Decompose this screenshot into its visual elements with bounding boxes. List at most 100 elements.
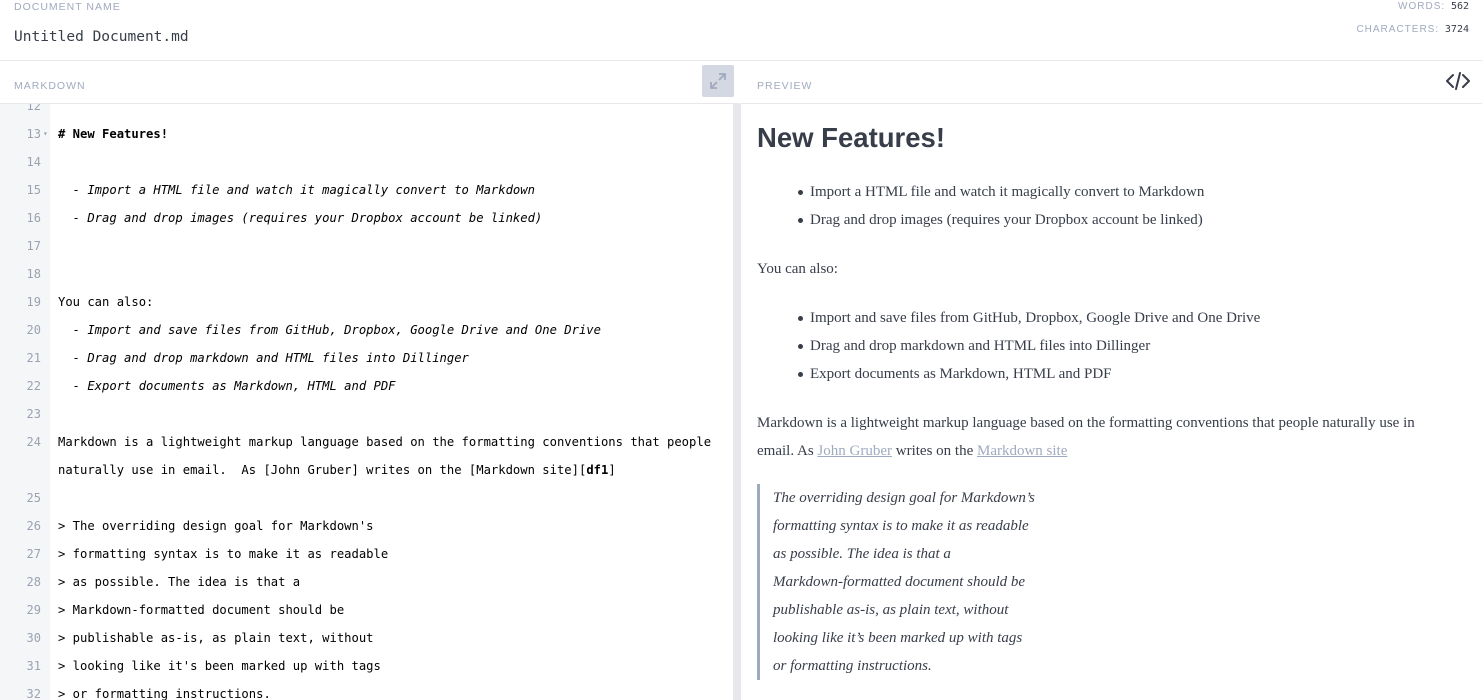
line-number: 24 — [26, 435, 41, 449]
code-text: - Export documents as Markdown, HTML and… — [58, 379, 396, 393]
line-number: 19 — [26, 295, 41, 309]
expand-arrows-icon — [710, 73, 726, 89]
list-item: Drag and drop markdown and HTML files in… — [798, 332, 1260, 360]
code-line[interactable]: 24 Markdown is a lightweight markup langu… — [0, 428, 733, 456]
character-count-label: CHARACTERS: — [1356, 24, 1440, 35]
code-line[interactable]: 13 ▾ # New Features! — [0, 120, 733, 148]
preview-pane-header: PREVIEW — [741, 61, 1482, 104]
code-line[interactable]: 25 — [0, 484, 733, 512]
code-line[interactable]: 26 > The overriding design goal for Markd… — [0, 512, 733, 540]
quote-line: Markdown-formatted document should be — [773, 574, 1026, 590]
line-number: 31 — [26, 659, 41, 673]
list-item: Import a HTML file and watch it magicall… — [798, 178, 1204, 206]
preview-paragraph-markdown: Markdown is a lightweight markup languag… — [757, 409, 1415, 465]
code-text: - Import a HTML file and watch it magica… — [58, 183, 535, 197]
code-line[interactable]: 20 - Import and save files from GitHub, … — [0, 316, 733, 344]
expand-editor-button[interactable] — [702, 65, 734, 97]
code-text: > publishable as-is, as plain text, with… — [58, 631, 374, 645]
code-line[interactable]: 12 — [0, 104, 733, 120]
code-text: > looking like it's been marked up with … — [58, 659, 381, 673]
code-line[interactable]: 27 > formatting syntax is to make it as r… — [0, 540, 733, 568]
paragraph-text: email. As — [757, 443, 818, 459]
code-text-bold: df1 — [586, 463, 609, 477]
document-name-input[interactable]: Untitled Document.md — [14, 29, 189, 45]
preview-heading: New Features! — [757, 122, 945, 153]
markdown-editor[interactable]: 12 13 ▾ # New Features! 14 15 - Import a HTML… — [0, 104, 733, 700]
line-number: 15 — [26, 183, 41, 197]
code-text: - Drag and drop images (requires your Dr… — [58, 211, 543, 225]
code-text: > as possible. The idea is that a — [58, 575, 301, 589]
word-count: WORDS: 562 — [1398, 1, 1469, 12]
quote-line: as possible. The idea is that a — [773, 546, 951, 562]
code-text: naturally use in email. As [John Gruber]… — [58, 456, 616, 484]
fold-toggle-icon[interactable]: ▾ — [43, 120, 48, 148]
line-number: 14 — [26, 155, 41, 169]
code-text: > formatting syntax is to make it as rea… — [58, 547, 389, 561]
code-line[interactable]: 22 - Export documents as Markdown, HTML … — [0, 372, 733, 400]
code-text: Markdown is a lightweight markup languag… — [58, 435, 712, 449]
word-count-value: 562 — [1450, 1, 1469, 12]
code-text: You can also: — [58, 295, 154, 309]
code-line[interactable]: 32 > or formatting instructions. — [0, 680, 733, 700]
line-number: 16 — [26, 211, 41, 225]
line-number: 25 — [26, 491, 41, 505]
line-number: 29 — [26, 603, 41, 617]
code-text: # New Features! — [58, 127, 169, 141]
markdown-site-link[interactable]: Markdown site — [977, 443, 1067, 459]
code-line[interactable]: 23 — [0, 400, 733, 428]
markdown-pane-header: MARKDOWN — [0, 61, 740, 104]
pane-resize-handle[interactable] — [733, 104, 741, 700]
code-text-part: naturally use in email. As [John Gruber]… — [58, 463, 587, 477]
line-number: 12 — [26, 104, 41, 113]
paragraph-line: email. As John Gruber writes on the Mark… — [757, 437, 1415, 465]
toggle-html-button[interactable] — [1444, 69, 1472, 93]
code-line[interactable]: 19 You can also: — [0, 288, 733, 316]
line-number: 27 — [26, 547, 41, 561]
paragraph-line: Markdown is a lightweight markup languag… — [757, 415, 1415, 431]
code-lines: 12 13 ▾ # New Features! 14 15 - Import a HTML… — [0, 104, 733, 700]
list-item: Import and save files from GitHub, Dropb… — [798, 304, 1260, 332]
quote-line: or formatting instructions. — [773, 658, 932, 674]
code-text: - Drag and drop markdown and HTML files … — [58, 351, 469, 365]
list-item: Drag and drop images (requires your Drop… — [798, 206, 1204, 234]
line-number: 18 — [26, 267, 41, 281]
code-line[interactable]: naturally use in email. As [John Gruber]… — [0, 456, 733, 484]
document-header: DOCUMENT NAME Untitled Document.md WORDS… — [0, 0, 1482, 61]
markdown-pane-label: MARKDOWN — [14, 80, 86, 92]
code-brackets-icon — [1446, 72, 1470, 90]
code-line[interactable]: 15 - Import a HTML file and watch it mag… — [0, 176, 733, 204]
line-number: 13 — [26, 127, 41, 141]
quote-line: The overriding design goal for Markdown’… — [773, 490, 1035, 506]
code-text-part: ] — [608, 463, 616, 477]
john-gruber-link[interactable]: John Gruber — [817, 443, 892, 459]
preview-paragraph-also: You can also: — [757, 261, 838, 277]
quote-line: looking like it’s been marked up with ta… — [773, 630, 1023, 646]
code-line[interactable]: 30 > publishable as-is, as plain text, wi… — [0, 624, 733, 652]
paragraph-text: writes on the — [892, 443, 977, 459]
code-line[interactable]: 17 — [0, 232, 733, 260]
code-line[interactable]: 16 - Drag and drop images (requires your… — [0, 204, 733, 232]
line-number: 23 — [26, 407, 41, 421]
code-text: - Import and save files from GitHub, Dro… — [58, 323, 601, 337]
character-count: CHARACTERS: 3724 — [1356, 24, 1469, 35]
line-number: 26 — [26, 519, 41, 533]
code-text: > The overriding design goal for Markdow… — [58, 519, 374, 533]
code-line[interactable]: 18 — [0, 260, 733, 288]
line-number: 30 — [26, 631, 41, 645]
code-line[interactable]: 14 — [0, 148, 733, 176]
line-number: 21 — [26, 351, 41, 365]
code-line[interactable]: 28 > as possible. The idea is that a — [0, 568, 733, 596]
preview-list-features: Import a HTML file and watch it magicall… — [798, 178, 1204, 234]
code-line[interactable]: 21 - Drag and drop markdown and HTML fil… — [0, 344, 733, 372]
preview-pane: New Features! Import a HTML file and wat… — [741, 104, 1482, 700]
line-number: 17 — [26, 239, 41, 253]
preview-list-also: Import and save files from GitHub, Dropb… — [798, 304, 1260, 388]
code-line[interactable]: 29 > Markdown-formatted document should b… — [0, 596, 733, 624]
quote-line: publishable as-is, as plain text, withou… — [773, 602, 1009, 618]
character-count-value: 3724 — [1444, 24, 1469, 35]
line-number: 32 — [26, 687, 41, 700]
code-line[interactable]: 31 > looking like it's been marked up wit… — [0, 652, 733, 680]
document-name-label: DOCUMENT NAME — [14, 1, 121, 13]
preview-pane-label: PREVIEW — [757, 80, 813, 92]
list-item: Export documents as Markdown, HTML and P… — [798, 360, 1260, 388]
